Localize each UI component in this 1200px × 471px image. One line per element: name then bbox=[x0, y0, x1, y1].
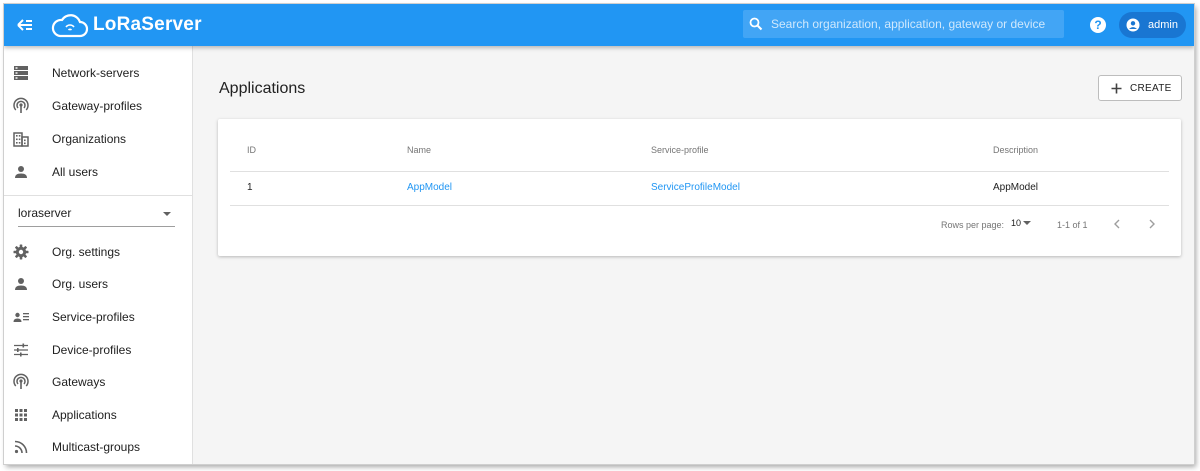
column-header-name: Name bbox=[407, 145, 432, 155]
top-app-bar: LoRaServer ? admin bbox=[4, 4, 1194, 46]
search-bar[interactable] bbox=[743, 10, 1064, 38]
gateway-icon bbox=[13, 373, 29, 389]
rss-icon bbox=[14, 440, 28, 454]
rows-per-page-select[interactable]: 10 bbox=[1011, 218, 1032, 228]
account-circle-icon bbox=[1126, 18, 1140, 32]
account-details-icon bbox=[13, 312, 29, 322]
column-header-id: ID bbox=[247, 145, 256, 155]
sidebar-item-multicast-groups[interactable]: Multicast-groups bbox=[4, 431, 192, 463]
cell-id: 1 bbox=[247, 182, 253, 193]
cell-description: AppModel bbox=[993, 182, 1039, 193]
search-input[interactable] bbox=[769, 16, 1063, 32]
sidebar-item-network-servers[interactable]: Network-servers bbox=[4, 57, 192, 89]
rows-per-page-label: Rows per page: bbox=[941, 220, 1005, 230]
user-menu-button[interactable]: admin bbox=[1119, 12, 1186, 38]
sidebar-item-org-users[interactable]: Org. users bbox=[4, 268, 192, 300]
user-name: admin bbox=[1148, 19, 1178, 31]
domain-icon bbox=[13, 132, 29, 147]
sidebar-item-label: Org. settings bbox=[52, 245, 121, 259]
sidebar-item-label: Service-profiles bbox=[52, 310, 135, 324]
server-icon bbox=[14, 66, 28, 80]
sidebar-item-gateways[interactable]: Gateways bbox=[4, 366, 192, 398]
apps-icon bbox=[15, 409, 27, 421]
plus-icon bbox=[1111, 83, 1122, 93]
svg-text:?: ? bbox=[1094, 18, 1101, 32]
previous-page-button[interactable] bbox=[1110, 217, 1124, 231]
cell-name-link[interactable]: AppModel bbox=[407, 182, 452, 193]
sidebar-item-label: Organizations bbox=[52, 132, 127, 146]
pagination-range: 1-1 of 1 bbox=[1057, 220, 1088, 230]
create-button-label: CREATE bbox=[1130, 82, 1172, 94]
help-icon[interactable]: ? bbox=[1089, 16, 1107, 34]
sidebar-item-device-profiles[interactable]: Device-profiles bbox=[4, 334, 192, 366]
organization-select[interactable]: loraserver bbox=[18, 204, 175, 227]
search-icon bbox=[749, 17, 763, 31]
sidebar-item-applications[interactable]: Applications bbox=[4, 399, 192, 431]
logo[interactable]: LoRaServer bbox=[51, 10, 202, 40]
page-title: Applications bbox=[219, 80, 306, 97]
app-window: LoRaServer ? admin bbox=[4, 4, 1194, 464]
column-header-service-profile: Service-profile bbox=[651, 145, 709, 155]
header-divider bbox=[230, 171, 1169, 172]
sidebar-item-all-users[interactable]: All users bbox=[4, 156, 192, 188]
menu-collapse-icon[interactable] bbox=[14, 14, 36, 36]
chevron-left-icon bbox=[1114, 219, 1120, 229]
rows-per-page-value: 10 bbox=[1011, 218, 1022, 228]
sidebar-item-label: Device-profiles bbox=[52, 343, 132, 357]
tune-icon bbox=[14, 343, 28, 357]
cell-service-profile-link[interactable]: ServiceProfileModel bbox=[651, 182, 740, 193]
sidebar: Network-servers Gateway-profiles Organiz… bbox=[4, 46, 193, 464]
person-icon bbox=[15, 166, 27, 178]
next-page-button[interactable] bbox=[1145, 217, 1159, 231]
applications-table-card: ID Name Service-profile Description 1 Ap… bbox=[218, 119, 1181, 256]
create-button[interactable]: CREATE bbox=[1098, 75, 1182, 101]
sidebar-item-label: All users bbox=[52, 165, 99, 179]
sidebar-item-label: Gateways bbox=[52, 375, 106, 389]
sidebar-item-label: Multicast-groups bbox=[52, 440, 141, 454]
sidebar-item-org-settings[interactable]: Org. settings bbox=[4, 236, 192, 268]
sidebar-item-service-profiles[interactable]: Service-profiles bbox=[4, 301, 192, 333]
sidebar-item-gateway-profiles[interactable]: Gateway-profiles bbox=[4, 90, 192, 122]
column-header-description: Description bbox=[993, 145, 1039, 155]
chevron-down-icon bbox=[163, 212, 171, 216]
cloud-logo-icon bbox=[51, 14, 89, 38]
sidebar-divider bbox=[4, 195, 192, 196]
sidebar-item-label: Network-servers bbox=[52, 66, 140, 80]
chevron-down-icon bbox=[1023, 221, 1032, 225]
organization-select-value: loraserver bbox=[18, 206, 72, 220]
sidebar-item-label: Applications bbox=[52, 408, 117, 422]
gear-icon bbox=[13, 244, 29, 260]
chevron-right-icon bbox=[1149, 219, 1155, 229]
logo-text: LoRaServer bbox=[93, 14, 202, 35]
person-icon bbox=[15, 278, 27, 290]
sidebar-item-label: Org. users bbox=[52, 277, 109, 291]
sidebar-item-label: Gateway-profiles bbox=[52, 99, 143, 113]
gateway-icon bbox=[13, 97, 29, 113]
sidebar-item-organizations[interactable]: Organizations bbox=[4, 123, 192, 155]
row-divider bbox=[230, 205, 1169, 206]
